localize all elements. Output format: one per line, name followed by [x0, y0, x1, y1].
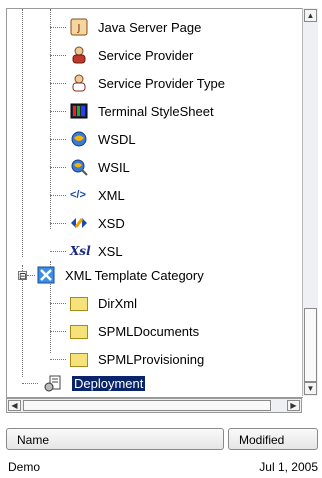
tree-item-label: SPMLProvisioning: [98, 351, 205, 367]
tree-item-label: Service Provider Type: [98, 75, 225, 91]
scrollbar-thumb[interactable]: [304, 308, 317, 382]
table-header: Name Modified: [6, 428, 318, 452]
xsd-icon: [70, 214, 88, 232]
wsil-icon: [70, 158, 88, 176]
xml-template-category-icon: [37, 266, 55, 284]
vertical-scrollbar[interactable]: ▲ ▼: [302, 8, 318, 396]
cell-name: Demo: [8, 460, 41, 474]
folder-icon: [70, 322, 88, 340]
scroll-up-arrow-icon[interactable]: ▲: [304, 9, 317, 22]
scroll-right-arrow-icon[interactable]: ▶: [287, 400, 300, 411]
tree-guide-line: [22, 265, 23, 377]
folder-icon: [70, 294, 88, 312]
column-header-modified[interactable]: Modified: [228, 428, 318, 450]
tree-item-terminal-stylesheet[interactable]: Terminal StyleSheet: [50, 99, 214, 123]
tree-item-label: Deployment: [72, 375, 146, 391]
tree-item-label: XML: [98, 187, 125, 203]
xml-icon: </>: [70, 189, 86, 201]
xsl-icon: Xsl: [70, 244, 91, 258]
java-server-page-icon: J: [70, 18, 88, 36]
tree-item-label: XML Template Category: [65, 267, 204, 283]
tree-item-label: XSD: [98, 215, 125, 231]
tree-item-wsil[interactable]: WSIL: [50, 155, 130, 179]
deployment-icon: [44, 374, 62, 392]
table-row[interactable]: Demo Jul 1, 2005: [6, 458, 318, 476]
tree-item-service-provider[interactable]: Service Provider: [50, 43, 193, 67]
service-provider-icon: [70, 46, 88, 64]
scroll-down-arrow-icon[interactable]: ▼: [304, 382, 317, 395]
scroll-left-arrow-icon[interactable]: ◀: [8, 400, 21, 411]
tree-item-service-provider-type[interactable]: Service Provider Type: [50, 71, 225, 95]
tree-item-label: WSIL: [98, 159, 130, 175]
wsdl-icon: [70, 130, 88, 148]
service-provider-type-icon: [70, 74, 88, 92]
tree-item-wsdl[interactable]: WSDL: [50, 127, 136, 151]
tree-item-label: Service Provider: [98, 47, 194, 63]
tree-item-xsd[interactable]: XSD: [50, 211, 125, 235]
tree-category-xml-template[interactable]: XML Template Category: [27, 263, 204, 287]
tree-item-dirxml[interactable]: DirXml: [50, 291, 137, 315]
tree-item-spmlprovisioning[interactable]: SPMLProvisioning: [50, 347, 204, 371]
svg-text:J: J: [77, 23, 81, 34]
column-header-name[interactable]: Name: [6, 428, 224, 450]
tree-item-label: WSDL: [98, 131, 136, 147]
horizontal-scrollbar[interactable]: ◀ ▶: [6, 398, 302, 413]
tree-item-label: Terminal StyleSheet: [98, 103, 214, 119]
scrollbar-thumb[interactable]: [23, 400, 271, 411]
tree-item-label: XSL: [98, 243, 123, 259]
tree-guide-line: [22, 9, 23, 257]
tree-item-deployment[interactable]: Deployment: [22, 371, 146, 395]
tree-item-label: DirXml: [98, 295, 137, 311]
tree-item-label: SPMLDocuments: [98, 323, 200, 339]
tree-item-xml[interactable]: </> XML: [50, 183, 125, 207]
terminal-stylesheet-icon: [70, 102, 88, 120]
cell-modified: Jul 1, 2005: [259, 460, 318, 474]
project-tree[interactable]: J Java Server Page Service Provider Serv…: [6, 8, 303, 398]
tree-item-spmldocuments[interactable]: SPMLDocuments: [50, 319, 199, 343]
tree-item-xsl[interactable]: Xsl XSL: [50, 239, 123, 263]
tree-item-java-server-page[interactable]: J Java Server Page: [50, 15, 201, 39]
folder-icon: [70, 350, 88, 368]
collapse-toggle[interactable]: ⊟: [18, 271, 27, 281]
tree-item-label: Java Server Page: [98, 19, 202, 35]
